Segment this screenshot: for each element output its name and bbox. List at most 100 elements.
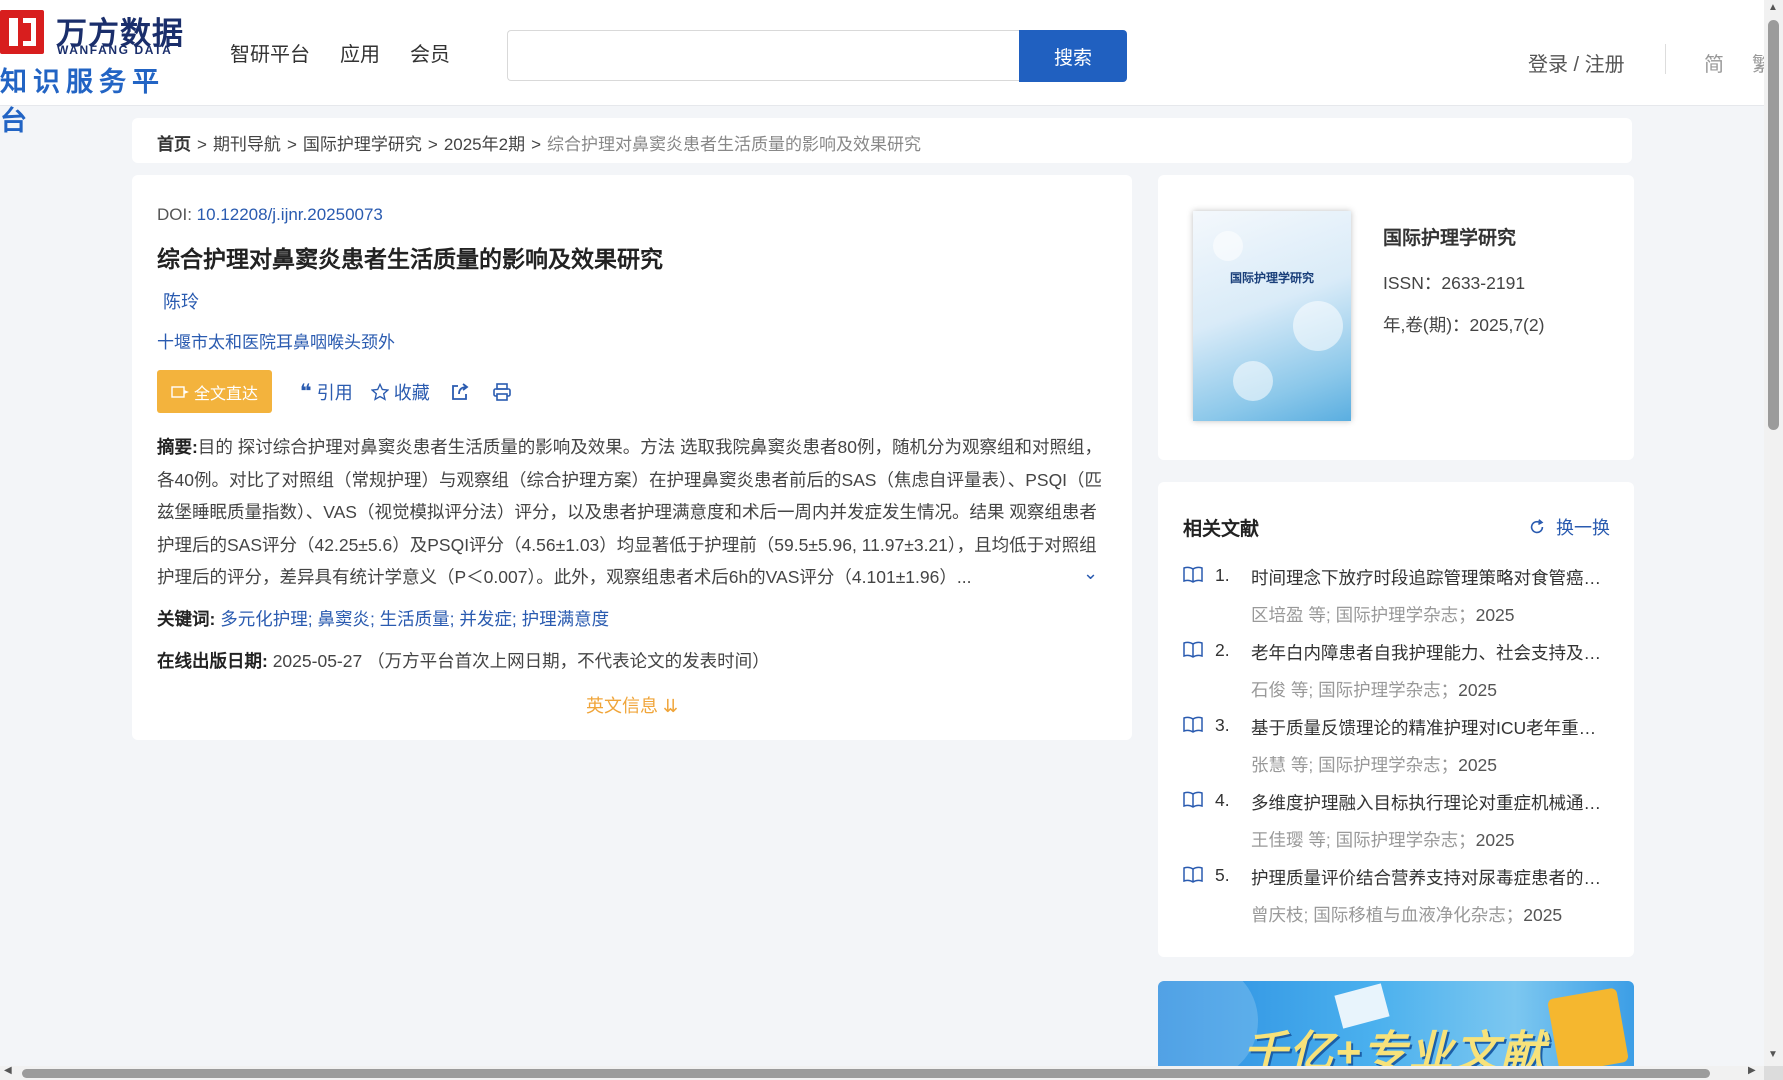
abstract: 摘要:目的 探讨综合护理对鼻窦炎患者生活质量的影响及效果。方法 选取我院鼻窦炎患… xyxy=(157,431,1112,593)
print-button[interactable] xyxy=(492,382,512,402)
item-meta: 张慧 等; 国际护理学杂志；2025 xyxy=(1251,752,1497,777)
scroll-left-icon[interactable]: ◀ xyxy=(4,1065,12,1076)
breadcrumb-separator: > xyxy=(531,135,542,154)
promo-banner[interactable]: 千亿+专业文献 xyxy=(1158,981,1634,1066)
item-year: 2025 xyxy=(1523,905,1563,925)
volume-value: 2025,7(2) xyxy=(1469,315,1545,335)
lang-divider xyxy=(1665,44,1666,74)
item-title[interactable]: 老年白内障患者自我护理能力、社会支持及生活质量 xyxy=(1251,640,1601,665)
journal-cover-image[interactable]: 国际护理学研究 xyxy=(1193,211,1351,421)
breadcrumb-separator: > xyxy=(197,135,207,154)
item-authors-source: 曾庆枝; 国际移植与血液净化杂志； xyxy=(1251,905,1524,925)
keyword-link[interactable]: 并发症 xyxy=(459,609,512,629)
item-number: 5. xyxy=(1215,865,1230,885)
refresh-button[interactable]: 换一换 xyxy=(1528,514,1610,540)
fulltext-button[interactable]: 全文直达 xyxy=(157,370,272,413)
cover-decoration xyxy=(1293,301,1343,351)
keyword-link[interactable]: 生活质量 xyxy=(380,609,450,629)
item-authors-source: 王佳璎 等; 国际护理学杂志； xyxy=(1251,830,1476,850)
lang-traditional-toggle[interactable]: 繁 xyxy=(1752,48,1764,77)
author-link[interactable]: 陈玲 xyxy=(163,288,199,314)
horizontal-scrollbar[interactable]: ◀ ▶ xyxy=(0,1065,1764,1080)
vertical-scroll-thumb[interactable] xyxy=(1768,20,1779,430)
related-title: 相关文献 xyxy=(1183,519,1260,540)
affiliation-link[interactable]: 十堰市太和医院耳鼻咽喉头颈外 xyxy=(157,328,395,353)
item-authors-source: 石俊 等; 国际护理学杂志； xyxy=(1251,680,1459,700)
list-item[interactable]: 5. 护理质量评价结合营养支持对尿毒症患者的影响 曾庆枝; 国际移植与血液净化杂… xyxy=(1183,862,1613,937)
journal-volume: 年,卷(期)：2025,7(2) xyxy=(1383,312,1544,337)
cover-title: 国际护理学研究 xyxy=(1229,271,1314,285)
item-title[interactable]: 护理质量评价结合营养支持对尿毒症患者的影响 xyxy=(1251,865,1601,890)
wanfang-logo[interactable]: 万方数据 WANFANG DATA 知识服务平台 xyxy=(0,10,190,136)
list-item[interactable]: 1. 时间理念下放疗时段追踪管理策略对食管癌患者的影响 区培盈 等; 国际护理学… xyxy=(1183,562,1613,637)
breadcrumb: 首页 > 期刊导航 > 国际护理学研究 >2025年2期 > 综合护理对鼻窦炎患者生活质量的影… xyxy=(132,118,1632,163)
item-year: 2025 xyxy=(1458,680,1498,700)
book-icon xyxy=(1183,641,1203,658)
favorite-label: 收藏 xyxy=(393,382,430,403)
doi-link[interactable]: 10.12208/j.ijnr.20250073 xyxy=(197,205,383,224)
print-icon xyxy=(492,382,511,401)
breadcrumb-journal[interactable]: 国际护理学研究 xyxy=(303,135,422,154)
favorite-button[interactable]: 收藏 xyxy=(370,379,430,405)
book-icon xyxy=(1183,716,1203,733)
nav-item-membership[interactable]: 会员 xyxy=(410,38,450,67)
share-button[interactable] xyxy=(450,382,470,402)
search-button[interactable]: 搜索 xyxy=(1019,30,1127,82)
cite-button[interactable]: ❝ 引用 xyxy=(300,379,353,405)
login-register-link[interactable]: 登录 / 注册 xyxy=(1528,48,1625,77)
related-list: 1. 时间理念下放疗时段追踪管理策略对食管癌患者的影响 区培盈 等; 国际护理学… xyxy=(1183,562,1613,937)
banner-text: 千亿+专业文献 xyxy=(1243,1028,1547,1066)
article-title: 综合护理对鼻窦炎患者生活质量的影响及效果研究 xyxy=(157,246,663,272)
quote-icon: ❝ xyxy=(300,381,312,403)
item-meta: 石俊 等; 国际护理学杂志；2025 xyxy=(1251,677,1497,702)
vertical-scrollbar[interactable]: ▲ ▼ xyxy=(1764,0,1783,1066)
item-year: 2025 xyxy=(1458,755,1498,775)
journal-issn: ISSN：2633-2191 xyxy=(1383,270,1525,295)
breadcrumb-journal-nav[interactable]: 期刊导航 xyxy=(213,135,281,154)
star-icon xyxy=(370,382,389,401)
keywords-line: 关键词: 多元化护理; 鼻窦炎; 生活质量; 并发症; 护理满意度 xyxy=(157,609,610,629)
breadcrumb-separator: > xyxy=(427,135,438,154)
cover-decoration xyxy=(1213,231,1243,261)
list-item[interactable]: 2. 老年白内障患者自我护理能力、社会支持及生活质量 石俊 等; 国际护理学杂志… xyxy=(1183,637,1613,712)
nav-item-apps[interactable]: 应用 xyxy=(340,38,380,67)
expand-abstract-icon[interactable]: ⌄ xyxy=(1080,563,1099,584)
english-info-toggle[interactable]: 英文信息 ⇊ xyxy=(586,692,678,718)
list-item[interactable]: 3. 基于质量反馈理论的精准护理对ICU老年重症患者 张慧 等; 国际护理学杂志… xyxy=(1183,712,1613,787)
item-title[interactable]: 时间理念下放疗时段追踪管理策略对食管癌患者的影响 xyxy=(1251,565,1601,590)
double-chevron-down-icon: ⇊ xyxy=(663,696,679,716)
keyword-link[interactable]: 护理满意度 xyxy=(522,609,610,629)
keyword-link[interactable]: 鼻窦炎 xyxy=(317,609,370,629)
doi-label: DOI: xyxy=(157,205,197,224)
scroll-down-icon[interactable]: ▼ xyxy=(1768,1049,1778,1060)
item-year: 2025 xyxy=(1475,605,1515,625)
list-item[interactable]: 4. 多维度护理融入目标执行理论对重症机械通气患者 王佳璎 等; 国际护理学杂志… xyxy=(1183,787,1613,862)
item-number: 2. xyxy=(1215,640,1230,660)
nav-item-research-platform[interactable]: 智研平台 xyxy=(230,38,310,67)
lang-simplified-toggle[interactable]: 简 xyxy=(1704,48,1724,77)
banner-book-icon xyxy=(1547,987,1629,1066)
scroll-up-icon[interactable]: ▲ xyxy=(1768,2,1778,13)
scroll-right-icon[interactable]: ▶ xyxy=(1748,1065,1756,1076)
breadcrumb-current: 综合护理对鼻窦炎患者生活质量的影响及效果研究 xyxy=(547,135,922,154)
breadcrumb-issue[interactable]: 2025年2期 xyxy=(444,135,525,154)
cover-decoration xyxy=(1233,361,1273,401)
fulltext-label: 全文直达 xyxy=(193,385,258,403)
item-year: 2025 xyxy=(1475,830,1515,850)
keyword-link[interactable]: 多元化护理 xyxy=(220,609,308,629)
pubdate-label: 在线出版日期: xyxy=(157,651,268,671)
journal-name[interactable]: 国际护理学研究 xyxy=(1383,223,1516,250)
breadcrumb-separator: > xyxy=(286,135,297,154)
fulltext-icon xyxy=(171,385,189,398)
horizontal-scroll-thumb[interactable] xyxy=(22,1069,1710,1078)
cite-label: 引用 xyxy=(316,382,353,403)
book-icon xyxy=(1183,866,1203,883)
item-title[interactable]: 多维度护理融入目标执行理论对重症机械通气患者 xyxy=(1251,790,1601,815)
item-title[interactable]: 基于质量反馈理论的精准护理对ICU老年重症患者 xyxy=(1251,715,1601,740)
abstract-text: 目的 探讨综合护理对鼻窦炎患者生活质量的影响及效果。方法 选取我院鼻窦炎患者80… xyxy=(157,437,1103,587)
breadcrumb-home[interactable]: 首页 xyxy=(157,135,191,154)
item-authors-source: 区培盈 等; 国际护理学杂志； xyxy=(1251,605,1476,625)
item-authors-source: 张慧 等; 国际护理学杂志； xyxy=(1251,755,1459,775)
search-input[interactable] xyxy=(507,30,1019,81)
publish-date-line: 在线出版日期: 2025-05-27 （万方平台首次上网日期，不代表论文的发表时… xyxy=(157,648,770,673)
